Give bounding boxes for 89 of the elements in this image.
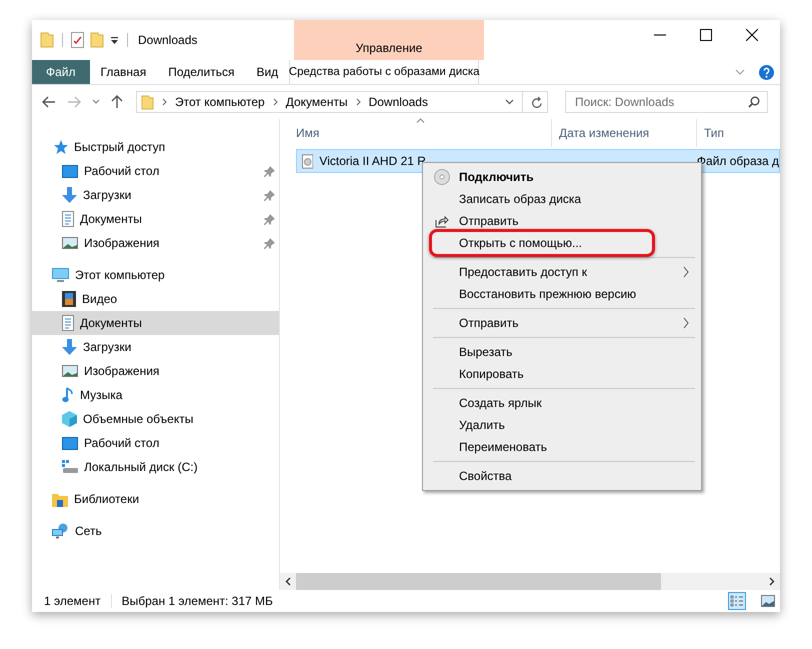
desktop-icon bbox=[62, 164, 78, 178]
menu-item[interactable]: Копировать bbox=[425, 363, 699, 385]
disc-image-icon bbox=[302, 154, 314, 168]
search-icon[interactable] bbox=[748, 96, 760, 108]
search-field[interactable]: Поиск: Downloads bbox=[565, 91, 768, 113]
status-text: Выбран 1 элемент: 317 МБ bbox=[122, 594, 273, 608]
address-bar[interactable]: Этот компьютер Документы Downloads bbox=[136, 91, 548, 113]
menu-item[interactable]: Предоставить доступ к bbox=[425, 261, 699, 283]
ribbon-tab[interactable]: Вид bbox=[245, 60, 290, 84]
chevron-right-icon[interactable] bbox=[272, 98, 278, 106]
column-header[interactable]: Имя bbox=[280, 119, 552, 147]
nav-item[interactable]: Быстрый доступ bbox=[32, 135, 279, 159]
music-note-icon bbox=[62, 387, 74, 403]
nav-item[interactable]: Изображения bbox=[32, 231, 279, 255]
film-icon bbox=[62, 291, 76, 307]
menu-item[interactable]: Вырезать bbox=[425, 341, 699, 363]
nav-item[interactable]: Музыка bbox=[32, 383, 279, 407]
breadcrumb[interactable]: Этот компьютер bbox=[175, 95, 265, 109]
folder-icon bbox=[141, 94, 154, 110]
nav-item[interactable]: Изображения bbox=[32, 359, 279, 383]
nav-item[interactable]: Локальный диск (C:) bbox=[32, 455, 279, 479]
nav-item[interactable]: Рабочий стол bbox=[32, 431, 279, 455]
nav-item[interactable]: Библиотеки bbox=[32, 487, 279, 511]
drive-icon bbox=[62, 460, 78, 474]
desktop-icon bbox=[62, 436, 78, 450]
scrollbar-thumb[interactable] bbox=[296, 573, 661, 590]
cube-icon bbox=[62, 411, 77, 427]
chevron-right-icon bbox=[683, 317, 689, 329]
help-icon[interactable] bbox=[759, 64, 774, 80]
document-icon bbox=[62, 211, 74, 227]
close-icon[interactable] bbox=[746, 29, 758, 41]
back-icon[interactable] bbox=[42, 96, 56, 108]
pictures-icon bbox=[62, 237, 78, 249]
pin-icon[interactable] bbox=[264, 166, 275, 176]
maximize-icon[interactable] bbox=[700, 29, 712, 41]
dropdown-icon[interactable] bbox=[110, 35, 119, 45]
share-icon bbox=[435, 214, 449, 228]
scroll-left-icon[interactable] bbox=[285, 577, 291, 586]
download-arrow-icon bbox=[62, 339, 77, 355]
chevron-right-icon bbox=[683, 266, 689, 278]
pin-icon[interactable] bbox=[264, 214, 275, 224]
ribbon-tab[interactable]: Поделиться bbox=[157, 60, 246, 84]
document-icon bbox=[62, 315, 74, 331]
pin-icon[interactable] bbox=[264, 190, 275, 200]
menu-item[interactable]: Создать ярлык bbox=[425, 392, 699, 414]
thumbnails-view-button[interactable] bbox=[759, 592, 777, 610]
nav-item[interactable]: Загрузки bbox=[32, 183, 279, 207]
chevron-right-icon[interactable] bbox=[162, 98, 167, 106]
chevron-right-icon[interactable] bbox=[356, 98, 361, 106]
network-icon bbox=[52, 523, 69, 539]
nav-item[interactable]: Видео bbox=[32, 287, 279, 311]
file-tab[interactable]: Файл bbox=[32, 60, 90, 84]
library-icon bbox=[52, 492, 68, 506]
breadcrumb[interactable]: Downloads bbox=[368, 95, 428, 109]
disc-icon bbox=[434, 169, 450, 185]
chevron-down-icon[interactable] bbox=[505, 99, 514, 105]
menu-item[interactable]: Записать образ диска bbox=[425, 188, 699, 210]
nav-item[interactable]: Загрузки bbox=[32, 335, 279, 359]
nav-item[interactable]: Документы bbox=[32, 311, 279, 335]
up-icon[interactable] bbox=[111, 95, 123, 109]
refresh-icon[interactable] bbox=[531, 96, 543, 108]
pin-icon[interactable] bbox=[264, 238, 275, 248]
menu-item[interactable]: Отправить bbox=[425, 210, 699, 232]
scroll-right-icon[interactable] bbox=[769, 577, 775, 586]
menu-item[interactable]: Восстановить прежнюю версию bbox=[425, 283, 699, 305]
menu-item[interactable]: Удалить bbox=[425, 414, 699, 436]
ribbon-tab[interactable]: Главная bbox=[90, 60, 158, 84]
nav-item[interactable]: Этот компьютер bbox=[32, 263, 279, 287]
star-icon bbox=[52, 139, 68, 155]
window-title: Downloads bbox=[138, 33, 198, 47]
details-view-button[interactable] bbox=[728, 592, 746, 610]
checklist-icon[interactable] bbox=[71, 32, 84, 48]
column-header[interactable]: Дата изменения bbox=[552, 119, 697, 147]
menu-item[interactable]: Открыть с помощью... bbox=[425, 232, 699, 254]
menu-item[interactable]: Переименовать bbox=[425, 436, 699, 458]
context-tab-group: Управление bbox=[294, 20, 484, 60]
breadcrumb[interactable]: Документы bbox=[286, 95, 348, 109]
nav-item[interactable]: Объемные объекты bbox=[32, 407, 279, 431]
status-text: 1 элемент bbox=[44, 594, 101, 608]
download-arrow-icon bbox=[62, 187, 77, 203]
menu-item[interactable]: Свойства bbox=[425, 465, 699, 487]
computer-icon bbox=[52, 268, 69, 282]
menu-item[interactable]: Отправить bbox=[425, 312, 699, 334]
chevron-down-icon[interactable] bbox=[92, 99, 100, 105]
nav-item[interactable]: Сеть bbox=[32, 519, 279, 543]
nav-item[interactable]: Документы bbox=[32, 207, 279, 231]
column-header[interactable]: Тип bbox=[697, 119, 780, 147]
nav-item[interactable]: Рабочий стол bbox=[32, 159, 279, 183]
pictures-icon bbox=[62, 365, 78, 377]
